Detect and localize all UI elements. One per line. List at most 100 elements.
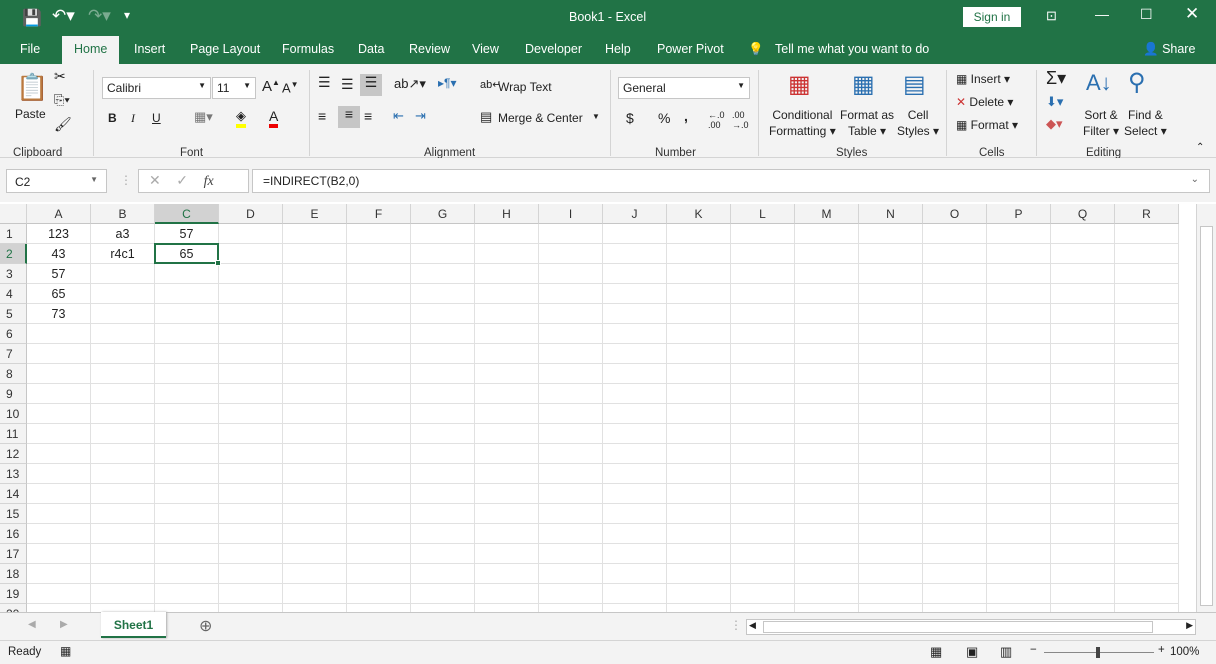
cell-B5[interactable]	[91, 304, 155, 324]
cell-N6[interactable]	[859, 324, 923, 344]
column-header-C[interactable]: C	[155, 204, 219, 224]
cell-O10[interactable]	[923, 404, 987, 424]
cell-F20[interactable]	[347, 604, 411, 612]
cell-E17[interactable]	[283, 544, 347, 564]
cell-K16[interactable]	[667, 524, 731, 544]
column-header-P[interactable]: P	[987, 204, 1051, 224]
cell-L18[interactable]	[731, 564, 795, 584]
cell-K10[interactable]	[667, 404, 731, 424]
cell-I17[interactable]	[539, 544, 603, 564]
cell-Q19[interactable]	[1051, 584, 1115, 604]
cell-E7[interactable]	[283, 344, 347, 364]
row-header-8[interactable]: 8	[0, 364, 27, 384]
cell-H12[interactable]	[475, 444, 539, 464]
cell-I16[interactable]	[539, 524, 603, 544]
cell-O9[interactable]	[923, 384, 987, 404]
merge-dropdown-icon[interactable]: ▼	[592, 112, 600, 121]
cell-O11[interactable]	[923, 424, 987, 444]
cell-D17[interactable]	[219, 544, 283, 564]
orientation-icon[interactable]: ab↗▾	[394, 76, 426, 92]
row-header-12[interactable]: 12	[0, 444, 27, 464]
cell-Q9[interactable]	[1051, 384, 1115, 404]
fill-icon[interactable]: ⬇▾	[1046, 94, 1063, 110]
cell-F1[interactable]	[347, 224, 411, 244]
cell-E16[interactable]	[283, 524, 347, 544]
cell-D1[interactable]	[219, 224, 283, 244]
row-header-9[interactable]: 9	[0, 384, 27, 404]
cell-O13[interactable]	[923, 464, 987, 484]
cell-D20[interactable]	[219, 604, 283, 612]
cell-R12[interactable]	[1115, 444, 1179, 464]
cell-B8[interactable]	[91, 364, 155, 384]
cell-I5[interactable]	[539, 304, 603, 324]
cell-F4[interactable]	[347, 284, 411, 304]
cell-K3[interactable]	[667, 264, 731, 284]
cell-O20[interactable]	[923, 604, 987, 612]
horizontal-scrollbar[interactable]: ◀ ▶	[746, 619, 1196, 635]
cell-L17[interactable]	[731, 544, 795, 564]
cell-G15[interactable]	[411, 504, 475, 524]
number-format-select[interactable]: General ▼	[618, 77, 750, 99]
cell-C17[interactable]	[155, 544, 219, 564]
row-header-10[interactable]: 10	[0, 404, 27, 424]
cell-Q12[interactable]	[1051, 444, 1115, 464]
cell-F8[interactable]	[347, 364, 411, 384]
new-sheet-icon[interactable]: ⊕	[199, 616, 212, 636]
cell-L16[interactable]	[731, 524, 795, 544]
percent-button[interactable]: %	[658, 110, 670, 126]
text-direction-icon[interactable]: ▸¶▾	[438, 76, 457, 90]
cell-F17[interactable]	[347, 544, 411, 564]
cell-C4[interactable]	[155, 284, 219, 304]
cell-C15[interactable]	[155, 504, 219, 524]
tab-insert[interactable]: Insert	[134, 42, 165, 56]
cell-J14[interactable]	[603, 484, 667, 504]
cell-J10[interactable]	[603, 404, 667, 424]
format-as-table-button[interactable]: Format as Table ▾	[840, 107, 894, 139]
cell-Q5[interactable]	[1051, 304, 1115, 324]
clear-icon[interactable]: ◆▾	[1046, 116, 1063, 132]
cell-O18[interactable]	[923, 564, 987, 584]
cell-H1[interactable]	[475, 224, 539, 244]
cell-I14[interactable]	[539, 484, 603, 504]
cell-P15[interactable]	[987, 504, 1051, 524]
cell-M7[interactable]	[795, 344, 859, 364]
cell-F18[interactable]	[347, 564, 411, 584]
cell-N5[interactable]	[859, 304, 923, 324]
zoom-level[interactable]: 100%	[1170, 646, 1199, 658]
cell-D11[interactable]	[219, 424, 283, 444]
cell-B13[interactable]	[91, 464, 155, 484]
paste-button[interactable]: Paste	[15, 107, 46, 121]
copy-icon[interactable]: ⎘▾	[54, 92, 70, 108]
bold-button[interactable]: B	[108, 111, 117, 125]
cell-J20[interactable]	[603, 604, 667, 612]
insert-function-icon[interactable]: fx	[204, 174, 214, 189]
cell-A11[interactable]	[27, 424, 91, 444]
select-all-button[interactable]	[0, 204, 27, 224]
tab-home[interactable]: Home	[62, 36, 120, 64]
autosum-icon[interactable]: Σ▾	[1046, 68, 1066, 89]
column-header-E[interactable]: E	[283, 204, 347, 224]
cell-Q11[interactable]	[1051, 424, 1115, 444]
cell-Q20[interactable]	[1051, 604, 1115, 612]
cell-C5[interactable]	[155, 304, 219, 324]
cell-K11[interactable]	[667, 424, 731, 444]
cell-F11[interactable]	[347, 424, 411, 444]
cell-E20[interactable]	[283, 604, 347, 612]
cell-F2[interactable]	[347, 244, 411, 264]
cell-R4[interactable]	[1115, 284, 1179, 304]
cell-E4[interactable]	[283, 284, 347, 304]
cell-P5[interactable]	[987, 304, 1051, 324]
cell-I11[interactable]	[539, 424, 603, 444]
cell-D2[interactable]	[219, 244, 283, 264]
cell-H8[interactable]	[475, 364, 539, 384]
cell-K2[interactable]	[667, 244, 731, 264]
formula-input[interactable]: =INDIRECT(B2,0) ⌄	[252, 169, 1210, 193]
cell-N15[interactable]	[859, 504, 923, 524]
cell-E5[interactable]	[283, 304, 347, 324]
cell-C3[interactable]	[155, 264, 219, 284]
cell-C8[interactable]	[155, 364, 219, 384]
cell-A10[interactable]	[27, 404, 91, 424]
cell-G1[interactable]	[411, 224, 475, 244]
cell-E2[interactable]	[283, 244, 347, 264]
cell-L10[interactable]	[731, 404, 795, 424]
